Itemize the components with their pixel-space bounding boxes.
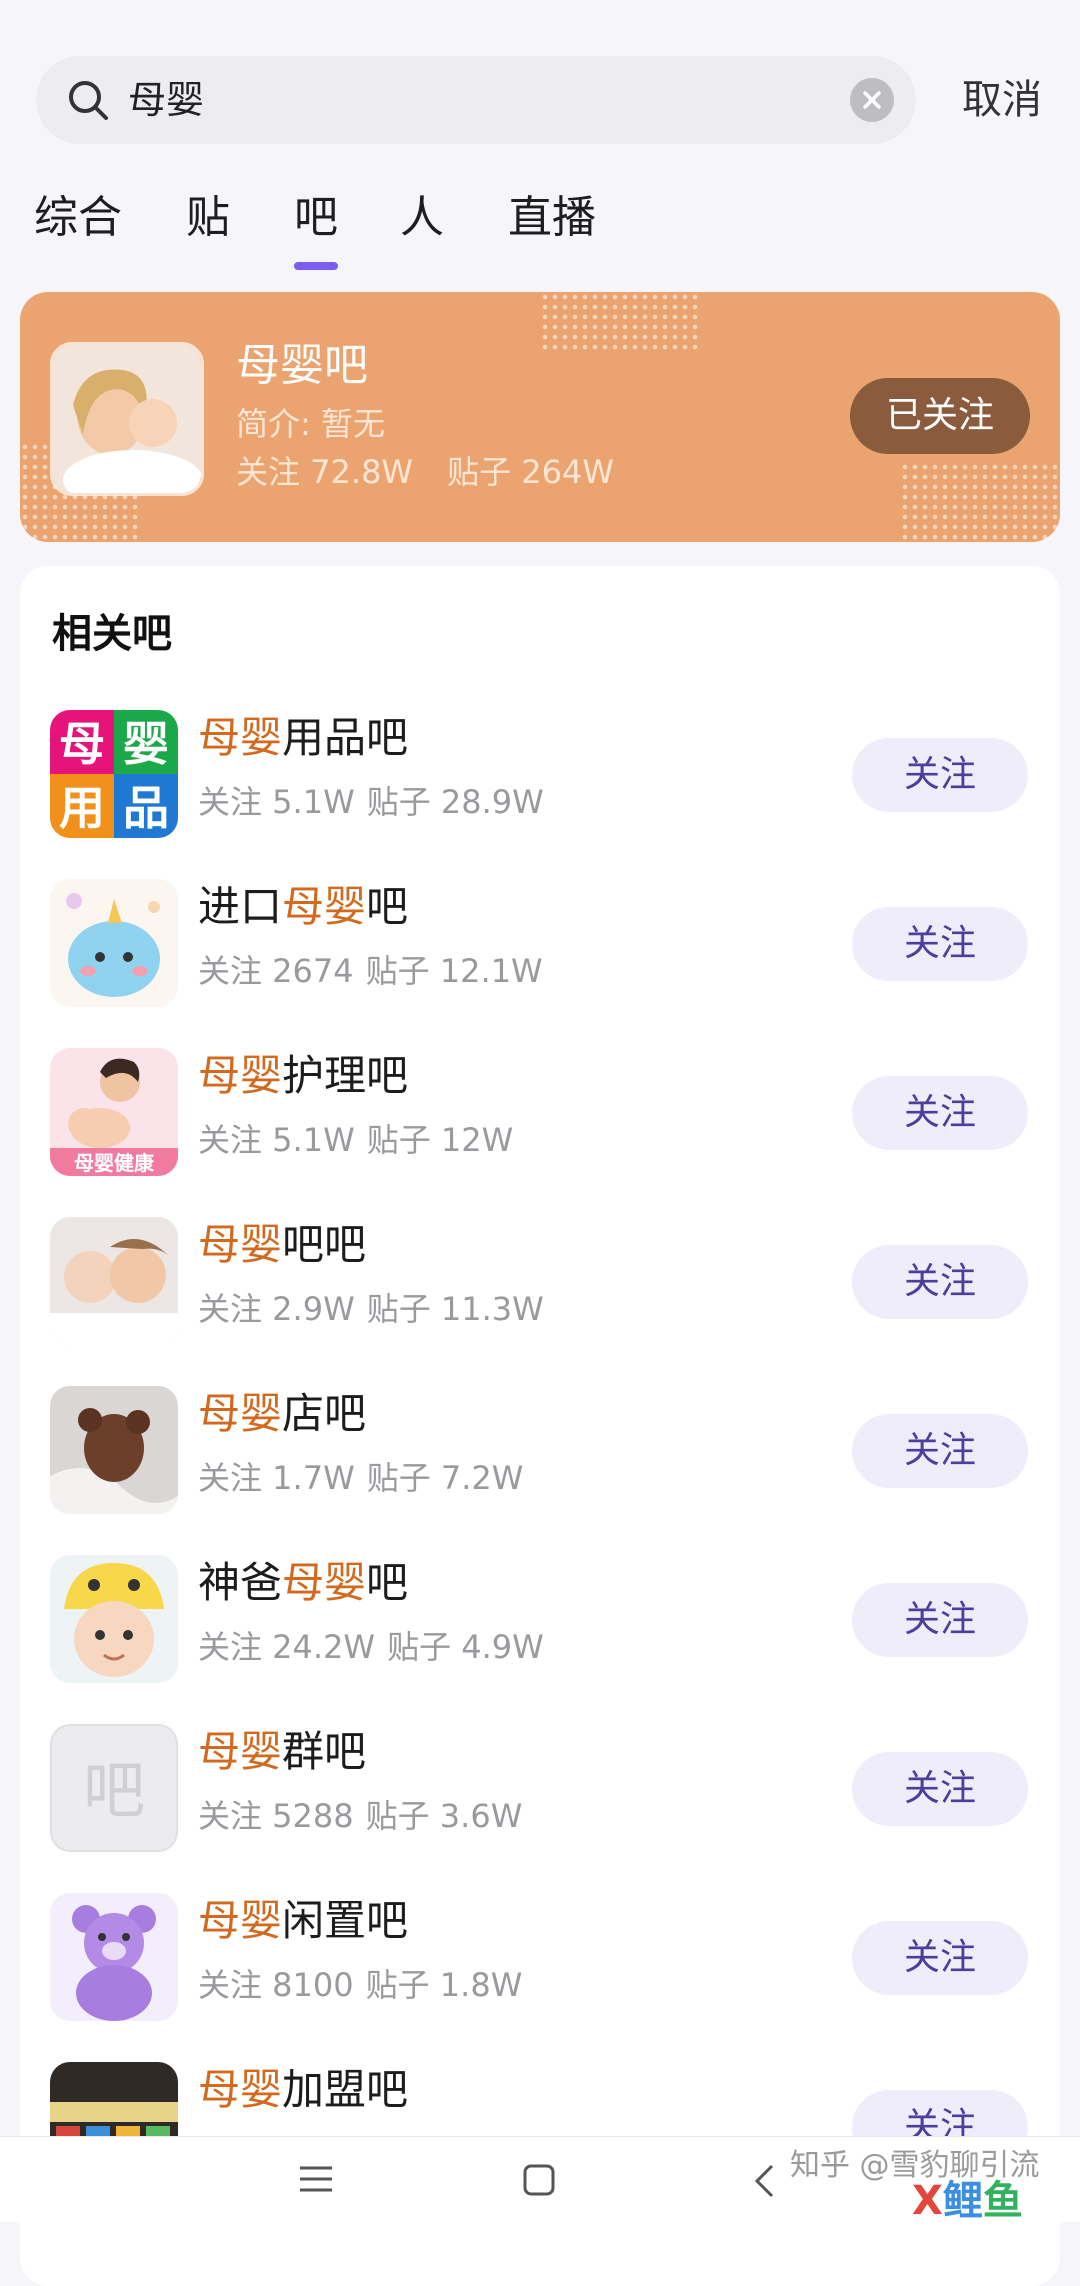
avatar-banner: 母婴健康: [74, 1151, 155, 1175]
list-item[interactable]: 神爸母婴吧 关注 24.2W 贴子 4.9W 关注: [20, 1555, 1060, 1695]
bar-name: 母婴用品吧: [198, 713, 409, 762]
bar-stats: 关注 5288 贴子 3.6W: [198, 1797, 523, 1835]
back-icon[interactable]: [752, 2163, 776, 2199]
list-item[interactable]: 吧 母婴群吧 关注 5288 贴子 3.6W 关注: [20, 1724, 1060, 1864]
bar-avatar: [50, 1893, 178, 2021]
tab-comprehensive[interactable]: 综合: [34, 188, 122, 248]
follow-button[interactable]: 关注: [852, 1414, 1028, 1488]
follow-button[interactable]: 关注: [852, 1583, 1028, 1657]
clear-search-button[interactable]: [850, 78, 894, 122]
featured-bar-card[interactable]: 母婴吧 简介: 暂无 关注 72.8W 贴子 264W 已关注: [20, 292, 1060, 542]
follow-button[interactable]: 关注: [852, 1245, 1028, 1319]
bar-avatar: 吧: [50, 1724, 178, 1852]
search-bar[interactable]: 母婴: [36, 56, 916, 144]
bar-stats: 关注 5.1W 贴子 12W: [198, 1121, 514, 1159]
list-item[interactable]: 母婴店吧 关注 1.7W 贴子 7.2W 关注: [20, 1386, 1060, 1526]
related-bars-section: 相关吧 母 婴 用 品 母婴用品吧 关注 5.1W 贴子 28.9W 关注 进口…: [20, 566, 1060, 2286]
bar-name: 母婴店吧: [198, 1389, 367, 1438]
bar-avatar: [50, 1386, 178, 1514]
bar-intro: 简介: 暂无: [236, 405, 385, 443]
logo-char: 母: [59, 717, 105, 771]
bar-name: 母婴护理吧: [198, 1051, 409, 1100]
list-item[interactable]: 母 婴 用 品 母婴用品吧 关注 5.1W 贴子 28.9W 关注: [20, 710, 1060, 850]
bar-name: 母婴吧: [236, 340, 368, 391]
list-item[interactable]: 母婴吧吧 关注 2.9W 贴子 11.3W 关注: [20, 1217, 1060, 1357]
home-icon[interactable]: [522, 2163, 556, 2197]
bar-name: 进口母婴吧: [198, 882, 409, 931]
decorative-dots: [540, 292, 700, 352]
section-title: 相关吧: [52, 611, 172, 657]
bar-name: 母婴加盟吧: [198, 2065, 409, 2114]
bar-avatar: [50, 1217, 178, 1345]
bar-avatar: [50, 1555, 178, 1683]
bar-avatar: [50, 342, 204, 496]
bar-name: 母婴吧吧: [198, 1220, 367, 1269]
menu-icon[interactable]: [298, 2163, 334, 2195]
follow-button[interactable]: 关注: [852, 1752, 1028, 1826]
bar-name: 神爸母婴吧: [198, 1558, 409, 1607]
logo-char: 用: [59, 781, 105, 835]
tab-people[interactable]: 人: [400, 188, 444, 248]
logo-char: 品: [123, 781, 169, 835]
placeholder-char: 吧: [83, 1754, 145, 1827]
bar-avatar: 母 婴 用 品: [50, 710, 178, 838]
tab-bars[interactable]: 吧: [294, 188, 338, 270]
bar-followers: 关注 72.8W: [236, 453, 414, 491]
bar-stats: 关注 24.2W 贴子 4.9W: [198, 1628, 544, 1666]
bar-stats: 关注 2.9W 贴子 11.3W: [198, 1290, 544, 1328]
follow-button[interactable]: 关注: [852, 738, 1028, 812]
search-input[interactable]: 母婴: [128, 76, 204, 124]
close-icon: [863, 91, 881, 109]
follow-button[interactable]: 关注: [852, 1076, 1028, 1150]
bar-stats: 关注 1.7W 贴子 7.2W: [198, 1459, 524, 1497]
bar-posts: 贴子 264W: [447, 453, 614, 491]
brand-watermark: X鲤鱼: [912, 2178, 1023, 2224]
bar-name: 母婴群吧: [198, 1727, 367, 1776]
bar-stats: 关注 2674 贴子 12.1W: [198, 952, 543, 990]
search-icon: [69, 81, 108, 120]
tab-posts[interactable]: 贴: [186, 188, 230, 248]
cancel-button[interactable]: 取消: [962, 72, 1042, 128]
bar-avatar: 母婴健康: [50, 1048, 178, 1176]
bar-stats: 关注 5.1W 贴子 28.9W: [198, 783, 544, 821]
bar-stats: 关注 8100 贴子 1.8W: [198, 1966, 523, 2004]
follow-button[interactable]: 关注: [852, 1921, 1028, 1995]
list-item[interactable]: 进口母婴吧 关注 2674 贴子 12.1W 关注: [20, 879, 1060, 1019]
followed-button[interactable]: 已关注: [850, 378, 1030, 454]
list-item[interactable]: 母婴闲置吧 关注 8100 贴子 1.8W 关注: [20, 1893, 1060, 2033]
list-item[interactable]: 母婴健康 母婴护理吧 关注 5.1W 贴子 12W 关注: [20, 1048, 1060, 1188]
bar-name: 母婴闲置吧: [198, 1896, 409, 1945]
bar-stats: 关注 72.8W 贴子 264W: [236, 450, 614, 494]
follow-button[interactable]: 关注: [852, 907, 1028, 981]
logo-char: 婴: [123, 717, 169, 771]
tab-live[interactable]: 直播: [508, 188, 596, 248]
bar-avatar: [50, 879, 178, 1007]
decorative-dots: [900, 462, 1060, 542]
